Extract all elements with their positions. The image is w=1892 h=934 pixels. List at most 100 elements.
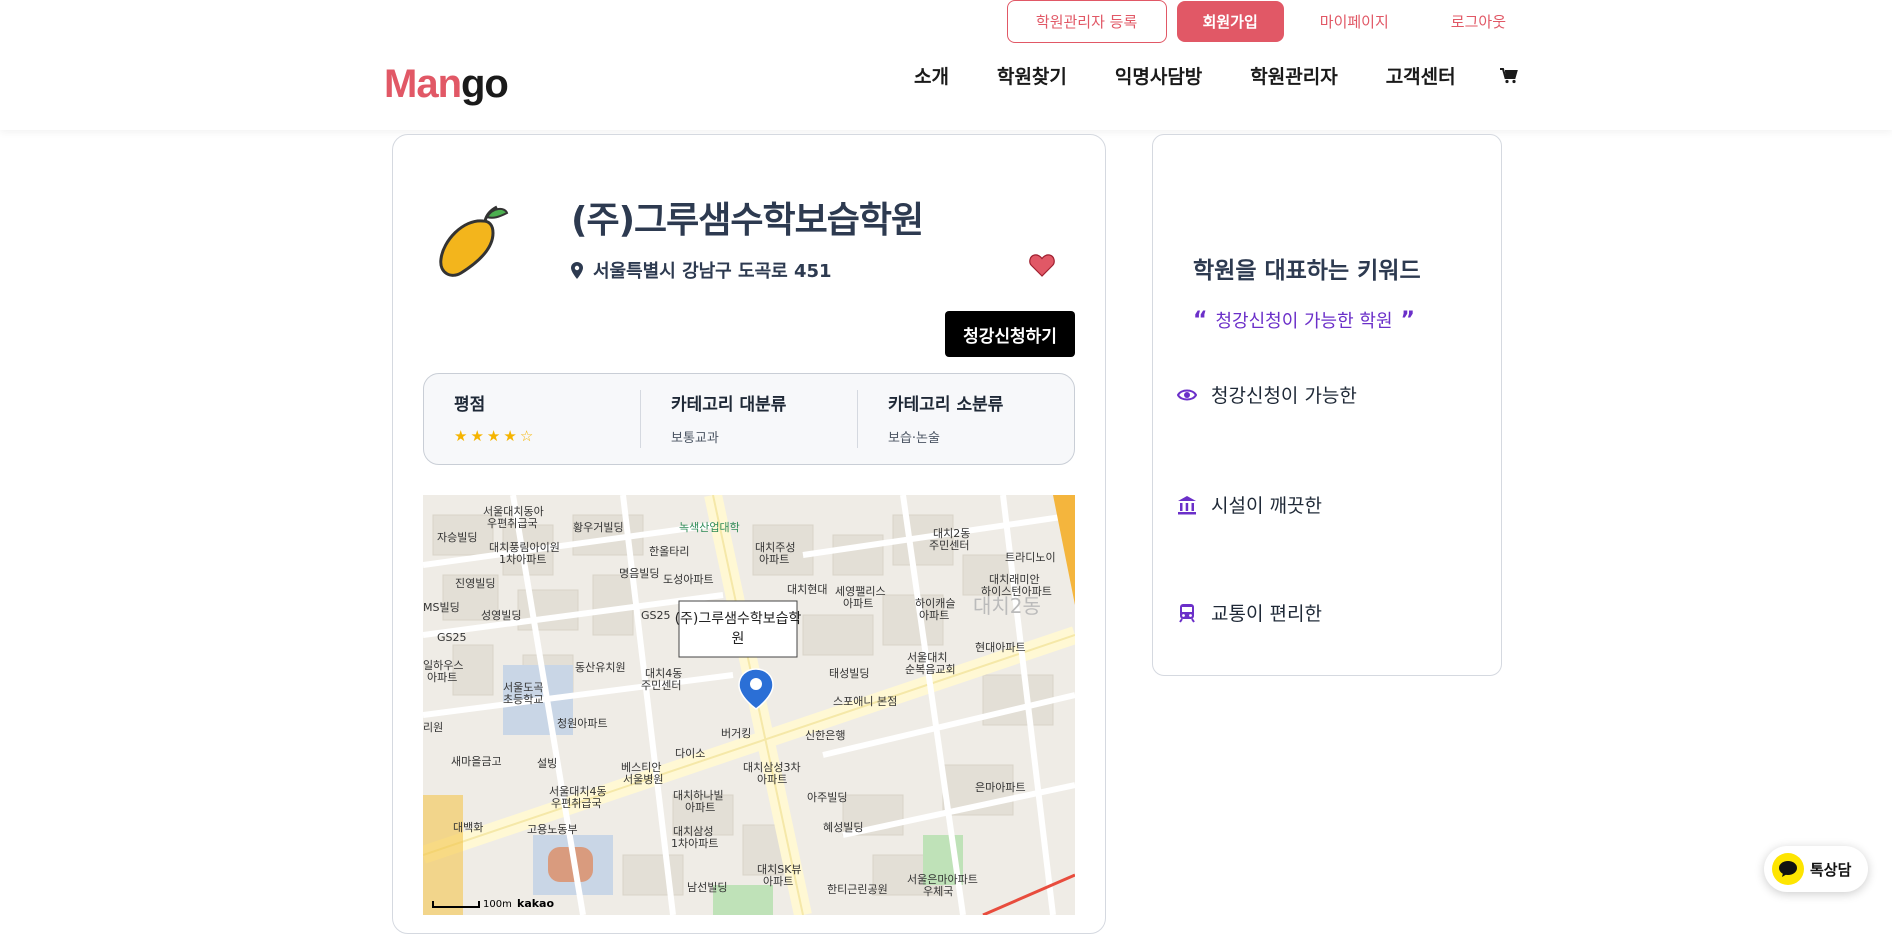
academy-info-box: 평점 ★★★★☆ 카테고리 대분류 보통교과 카테고리 소분류 보습·논술 xyxy=(423,373,1075,465)
keyword-item: 시설이 깨끗한 xyxy=(1177,491,1322,518)
svg-text:아파트: 아파트 xyxy=(843,597,873,610)
highway xyxy=(423,795,463,915)
svg-text:다이소: 다이소 xyxy=(675,747,705,760)
academy-address: 서울특별시 강남구 도곡로 451 xyxy=(571,257,832,283)
rating-stars: ★★★★☆ xyxy=(454,427,640,445)
favorite-heart-icon[interactable] xyxy=(1029,253,1055,277)
svg-text:은마아파트: 은마아파트 xyxy=(975,781,1026,794)
svg-text:우편취급국: 우편취급국 xyxy=(551,797,602,810)
svg-text:서울병원: 서울병원 xyxy=(623,773,663,786)
join-button[interactable]: 회원가입 xyxy=(1176,1,1284,42)
site-header: 학원관리자 등록 회원가입 마이페이지 로그아웃 Mango 소개 학원찾기 익… xyxy=(0,0,1892,130)
rating-column: 평점 ★★★★☆ xyxy=(424,390,641,448)
svg-text:남선빌딩: 남선빌딩 xyxy=(687,881,727,894)
subway-icon xyxy=(1179,603,1195,623)
svg-text:순복음교회: 순복음교회 xyxy=(905,663,956,676)
svg-text:자승빌딩: 자승빌딩 xyxy=(437,531,477,544)
svg-text:GS25: GS25 xyxy=(437,631,467,644)
svg-text:1차아파트: 1차아파트 xyxy=(671,837,718,850)
chat-label: 톡상담 xyxy=(1810,860,1852,879)
svg-text:동산유치원: 동산유치원 xyxy=(575,661,626,674)
svg-text:성영빌딩: 성영빌딩 xyxy=(481,609,521,622)
svg-text:태성빌딩: 태성빌딩 xyxy=(829,667,869,680)
svg-text:녹색산업대학: 녹색산업대학 xyxy=(679,521,740,534)
svg-text:도성아파트: 도성아파트 xyxy=(663,573,714,586)
marker-label-line-1: (주)그루샘수학보습학 xyxy=(675,611,802,627)
svg-text:대치현대: 대치현대 xyxy=(787,583,827,596)
svg-text:아파트: 아파트 xyxy=(685,801,715,814)
svg-text:청원아파트: 청원아파트 xyxy=(557,717,608,730)
chat-consult-button[interactable]: 톡상담 xyxy=(1764,846,1868,892)
svg-text:새마을금고: 새마을금고 xyxy=(451,755,502,768)
map-canvas[interactable]: 서울대치동아우편취급국 황우거빌딩 녹색산업대학 대치2동주민센터 자승빌딩대치풍… xyxy=(423,495,1075,915)
quote-left-icon: “ xyxy=(1193,307,1208,333)
svg-text:황우거빌딩: 황우거빌딩 xyxy=(573,521,624,534)
mypage-link[interactable]: 마이페이지 xyxy=(1294,1,1415,42)
nav-item-find-academy[interactable]: 학원찾기 xyxy=(997,62,1067,89)
svg-text:버거킹: 버거킹 xyxy=(721,727,751,740)
nav-item-intro[interactable]: 소개 xyxy=(914,62,949,89)
building-icon xyxy=(1178,495,1196,514)
category-minor-column: 카테고리 소분류 보습·논술 xyxy=(858,390,1074,448)
logout-link[interactable]: 로그아웃 xyxy=(1425,1,1532,42)
svg-text:아파트: 아파트 xyxy=(427,671,457,684)
keyword-label: 시설이 깨끗한 xyxy=(1211,495,1322,517)
star-filled-icon: ★ xyxy=(470,427,487,445)
svg-text:1차아파트: 1차아파트 xyxy=(499,553,546,566)
svg-text:MS빌딩: MS빌딩 xyxy=(423,601,460,614)
keyword-item: 교통이 편리한 xyxy=(1177,599,1322,626)
category-minor-value: 보습·논술 xyxy=(888,431,940,446)
star-filled-icon: ★ xyxy=(486,427,504,445)
mango-logo-icon xyxy=(439,205,509,277)
keyword-item: 청강신청이 가능한 xyxy=(1177,381,1357,408)
svg-text:신한은행: 신한은행 xyxy=(805,729,845,742)
address-text: 서울특별시 강남구 도곡로 451 xyxy=(593,261,832,282)
quote-text: 청강신청이 가능한 학원 xyxy=(1215,311,1393,332)
nav-item-anonymous-chat[interactable]: 익명사담방 xyxy=(1115,62,1202,89)
svg-text:주민센터: 주민센터 xyxy=(929,539,969,552)
svg-text:아파트: 아파트 xyxy=(759,553,789,566)
academy-name: (주)그루샘수학보습학원 xyxy=(571,200,924,241)
svg-text:리원: 리원 xyxy=(423,721,443,734)
apply-audit-button[interactable]: 청강신청하기 xyxy=(945,311,1075,357)
keyword-label: 청강신청이 가능한 xyxy=(1211,385,1357,407)
svg-text:혜성빌딩: 혜성빌딩 xyxy=(823,821,863,834)
marker-label-line-2: 원 xyxy=(732,631,745,647)
svg-text:아파트: 아파트 xyxy=(919,609,949,622)
location-map[interactable]: 서울대치동아 우편취급국 황우거빌딩 녹색산업대학 대치2동 주민센터 자승빌딩 대치풍… xyxy=(423,495,1075,915)
scale-text: 100m xyxy=(483,899,512,910)
map-provider: kakao xyxy=(517,897,554,910)
category-major-value: 보통교과 xyxy=(671,431,719,446)
svg-text:진영빌딩: 진영빌딩 xyxy=(455,577,495,590)
svg-text:한티근린공원: 한티근린공원 xyxy=(827,883,888,896)
svg-text:아주빌딩: 아주빌딩 xyxy=(807,791,847,804)
category-minor-label: 카테고리 소분류 xyxy=(888,395,1004,415)
academy-manager-register-link[interactable]: 학원관리자 등록 xyxy=(1006,0,1167,43)
svg-text:트라디노이: 트라디노이 xyxy=(1005,551,1056,564)
logo-part-1: Man xyxy=(384,62,462,106)
utility-links: 학원관리자 등록 회원가입 마이페이지 로그아웃 xyxy=(1006,0,1532,43)
svg-text:대백화: 대백화 xyxy=(453,821,483,834)
logo-part-2: go xyxy=(461,62,509,106)
svg-text:한올타리: 한올타리 xyxy=(649,545,689,558)
svg-text:대치하나빌: 대치하나빌 xyxy=(673,788,724,802)
site-logo[interactable]: Mango xyxy=(384,62,509,107)
eye-icon xyxy=(1177,389,1197,400)
star-filled-icon: ★ xyxy=(454,427,471,445)
rating-label: 평점 xyxy=(454,395,486,415)
svg-text:GS25: GS25 xyxy=(641,609,671,622)
svg-text:현대아파트: 현대아파트 xyxy=(975,641,1026,654)
cart-icon[interactable] xyxy=(1500,68,1518,84)
location-pin-icon xyxy=(571,261,583,279)
district-watermark: 대치2동 xyxy=(973,594,1041,618)
star-filled-icon: ★ xyxy=(503,427,520,445)
svg-text:주민센터: 주민센터 xyxy=(641,679,681,692)
keyword-quote: “ 청강신청이 가능한 학원 ” xyxy=(1193,307,1415,333)
svg-text:초등학교: 초등학교 xyxy=(503,693,543,706)
nav-item-academy-manager[interactable]: 학원관리자 xyxy=(1250,62,1337,89)
svg-text:일하우스: 일하우스 xyxy=(423,658,463,672)
marker-label-box: (주)그루샘수학보습학 원 xyxy=(675,600,802,658)
svg-text:아파트: 아파트 xyxy=(763,875,793,888)
nav-item-customer-center[interactable]: 고객센터 xyxy=(1386,62,1456,89)
keyword-title: 학원을 대표하는 키워드 xyxy=(1193,258,1421,284)
